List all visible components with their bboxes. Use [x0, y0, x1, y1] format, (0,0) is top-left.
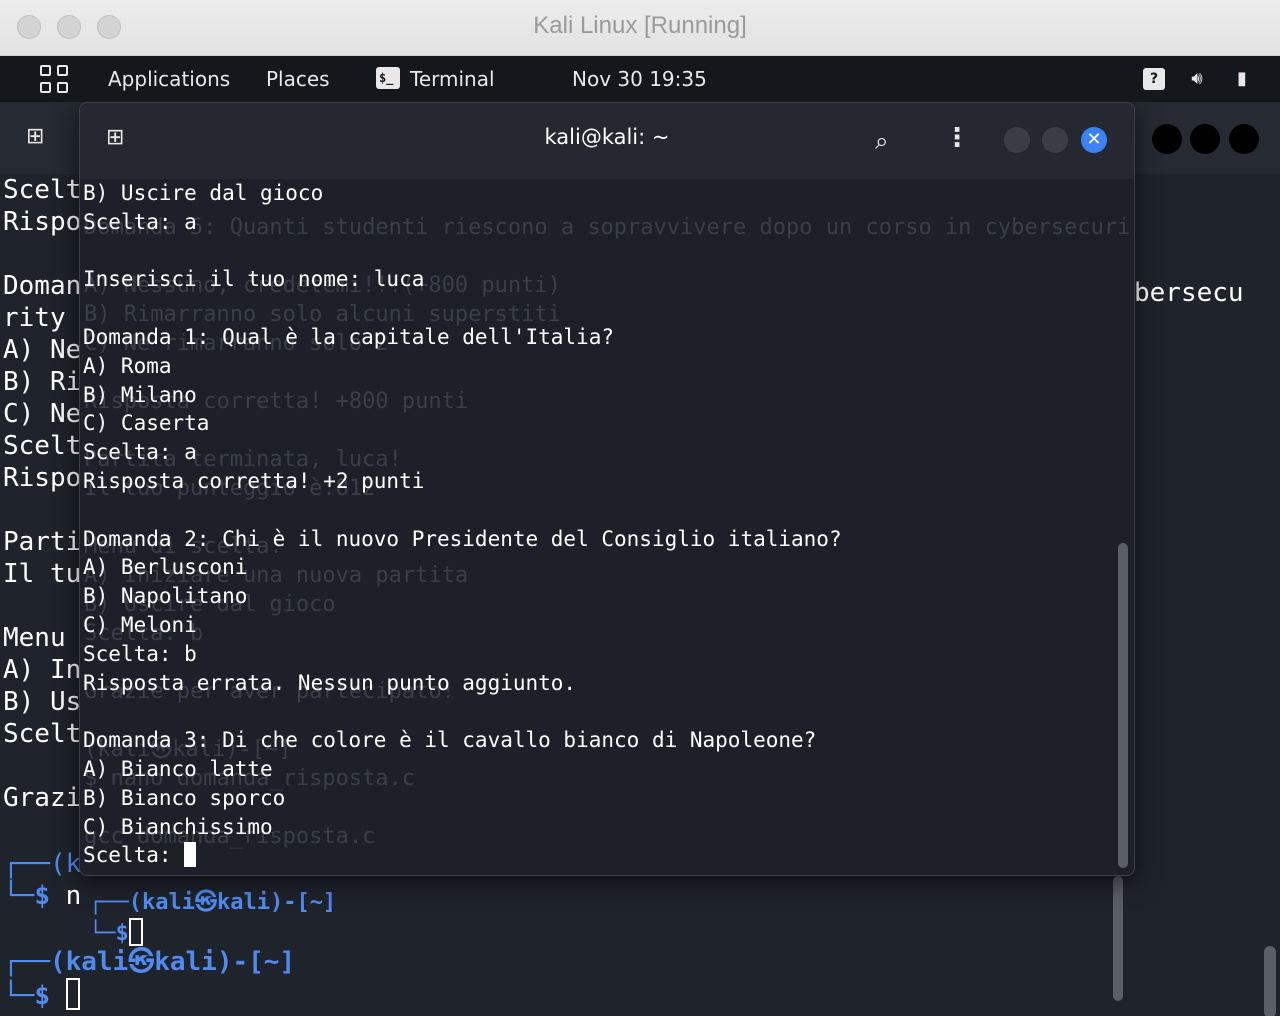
back-line: B) Us [3, 687, 82, 717]
search-icon[interactable]: ⌕ [875, 127, 888, 155]
menu-kebab-icon[interactable]: ⋮ [944, 123, 970, 153]
back-line: Scelt [3, 175, 82, 205]
terminal-line: B) Bianco sporco [83, 785, 286, 810]
terminal-line: Scelta: b [83, 641, 197, 666]
terminal-cursor [184, 842, 197, 868]
terminal-line: Domanda 1: Qual è la capitale dell'Itali… [83, 324, 615, 349]
terminal-line: Inserisci il tuo nome: luca [83, 267, 425, 292]
terminal-output: B) Uscire dal giocoScelta: a​Inserisci i… [83, 179, 842, 870]
close-button[interactable]: ✕ [1081, 127, 1107, 153]
back-partial-prompt: ┌──(k └─$ n [3, 849, 82, 911]
terminal-line: A) Bianco latte [83, 756, 273, 781]
battery-icon[interactable]: ▮ [1231, 68, 1253, 90]
terminal-line: Domanda 3: Di che colore è il cavallo bi… [83, 728, 817, 753]
terminal-line: Scelta: a [83, 209, 197, 234]
back-terminal-cursor [65, 978, 80, 1010]
back-line: Scelt [3, 719, 82, 749]
new-tab-icon[interactable]: ⊞ [26, 124, 44, 149]
terminal-line: A) Roma [83, 353, 172, 378]
help-icon[interactable]: ? [1143, 68, 1165, 90]
terminal-line: Risposta corretta! +2 punti [83, 468, 425, 493]
terminal-line: Domanda 2: Chi è il nuovo Presidente del… [83, 526, 842, 551]
terminal-line: B) Napolitano [83, 584, 248, 609]
front-terminal-header: ⊞ kali@kali: ~ ⌕ ⋮ ✕ [80, 103, 1134, 179]
maximize-button[interactable] [1042, 127, 1068, 153]
back-line: A) In [3, 655, 82, 685]
terminal-line: C) Caserta [83, 411, 210, 436]
terminal-line: B) Uscire dal gioco [83, 181, 324, 205]
back-line: Parti [3, 527, 82, 557]
applications-menu[interactable]: Applications [108, 67, 230, 91]
terminal-line: Scelta: a [83, 440, 197, 465]
middle-terminal-scrollbar[interactable] [1113, 876, 1123, 1001]
minimize-button[interactable] [1004, 127, 1030, 153]
terminal-line: C) Meloni [83, 612, 197, 637]
terminal-line: C) Bianchissimo [83, 814, 273, 839]
back-line: Rispo [3, 463, 82, 493]
back-terminal-scrollbar[interactable] [1264, 946, 1276, 1016]
back-terminal-output: SceltRispo​DomanrityA) NeB) RiC) NeScelt… [3, 174, 81, 814]
terminal-app-icon: $_ [376, 67, 400, 89]
back-line: Menu [3, 623, 66, 653]
middle-terminal-prompt: ┌──(kali㉿kali)-[~] └─$ [89, 890, 337, 946]
places-menu[interactable]: Places [266, 67, 330, 91]
middle-terminal-cursor [128, 918, 143, 946]
back-line: Rispo [3, 207, 82, 237]
back-terminal-right-fragment: bersecu [1134, 278, 1244, 308]
back-line: B) Ri [3, 367, 82, 397]
app-grid-icon[interactable] [40, 65, 68, 93]
terminal-app-menu[interactable]: Terminal [410, 67, 495, 91]
back-line: Grazi [3, 783, 82, 813]
vm-window-title: Kali Linux [Running] [533, 12, 747, 39]
back-line: Scelt [3, 431, 82, 461]
terminal-title: kali@kali: ~ [544, 125, 670, 149]
back-prompt-user: (kali㉿kali)-[~] [49, 947, 296, 977]
volume-icon[interactable]: 🔊︎ [1186, 68, 1208, 90]
terminal-line: B) Milano [83, 382, 197, 407]
back-line: C) Ne [3, 399, 82, 429]
back-window-close-button[interactable] [1229, 124, 1259, 154]
back-line: A) Ne [3, 335, 82, 365]
terminal-scrollbar[interactable] [1118, 543, 1128, 868]
vm-window-titlebar: Kali Linux [Running] [0, 0, 1280, 56]
back-line: Doman [3, 271, 82, 301]
clock[interactable]: Nov 30 19:35 [572, 67, 707, 91]
back-line: rity [3, 303, 66, 333]
back-line: Il tu [3, 559, 82, 589]
back-window-maximize-button[interactable] [1190, 124, 1220, 154]
top-panel: Applications Places $_ Terminal Nov 30 1… [0, 56, 1280, 102]
terminal-line: A) Berlusconi [83, 555, 248, 580]
back-window-minimize-button[interactable] [1152, 124, 1182, 154]
front-terminal-window[interactable]: ⊞ kali@kali: ~ ⌕ ⋮ ✕ Domanda 5: Quanti s… [79, 102, 1135, 876]
back-terminal-prompt: ┌──(kali㉿kali)-[~] └─$ [3, 947, 296, 1011]
kali-desktop: ⊞ SceltRispo​DomanrityA) NeB) RiC) NeSce… [0, 56, 1280, 1016]
input-prompt: Scelta: [83, 843, 185, 868]
terminal-input-line[interactable]: Scelta: [83, 841, 842, 870]
terminal-line: Risposta errata. Nessun punto aggiunto. [83, 670, 577, 695]
